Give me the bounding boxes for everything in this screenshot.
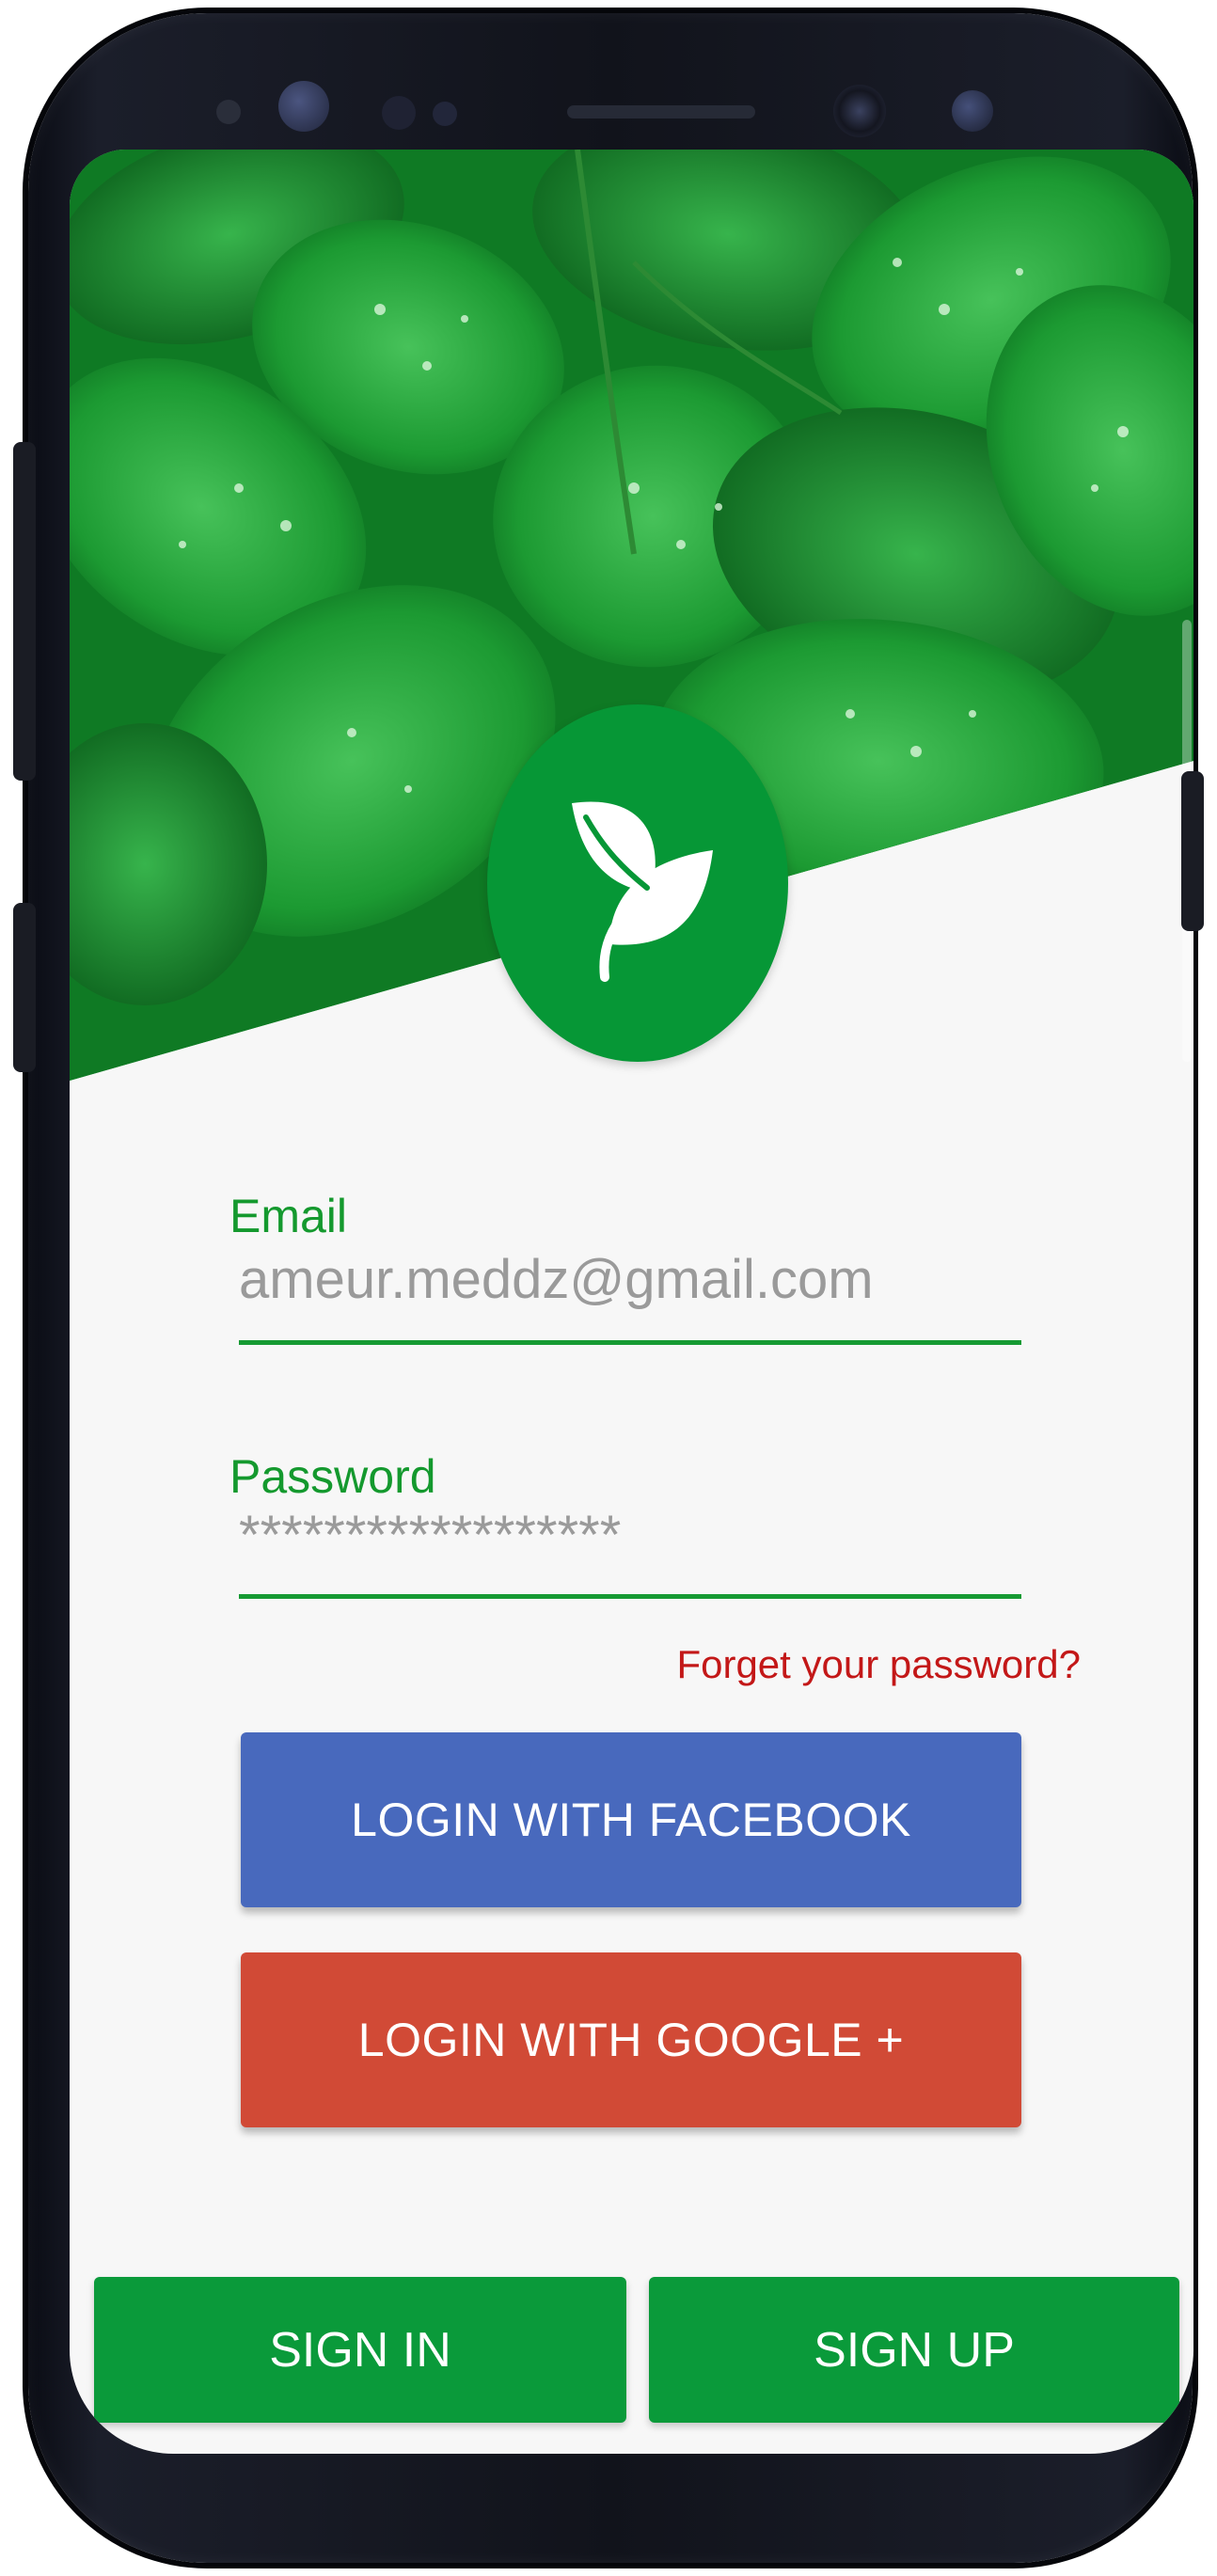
earpiece-speaker [567,105,755,119]
forgot-password-link[interactable]: Forget your password? [676,1642,1081,1687]
front-camera-icon [833,85,886,137]
email-underline [239,1340,1021,1345]
bixby-button [13,903,36,1072]
front-sensor-icon [382,96,416,130]
email-label: Email [229,1190,348,1242]
sign-up-button[interactable]: SIGN UP [649,2277,1179,2423]
password-underline [239,1594,1021,1599]
power-button [1181,771,1204,931]
front-sensor-icon [433,102,457,126]
volume-button [13,442,36,781]
sign-in-button[interactable]: SIGN IN [94,2277,626,2423]
email-field[interactable]: ameur.meddz@gmail.com [239,1248,874,1311]
app-screen: Email ameur.meddz@gmail.com Password ***… [70,150,1193,2454]
password-field[interactable]: ****************** [239,1504,621,1567]
front-sensor-icon [216,100,241,124]
leaf-icon [572,801,713,982]
password-label: Password [229,1450,436,1503]
iris-scanner-icon [952,90,993,132]
login-google-button[interactable]: LOGIN WITH GOOGLE + [241,1952,1021,2127]
app-logo [487,704,788,1062]
login-facebook-button[interactable]: LOGIN WITH FACEBOOK [241,1732,1021,1907]
phone-frame: Email ameur.meddz@gmail.com Password ***… [28,13,1193,2563]
front-sensor-icon [278,81,329,132]
